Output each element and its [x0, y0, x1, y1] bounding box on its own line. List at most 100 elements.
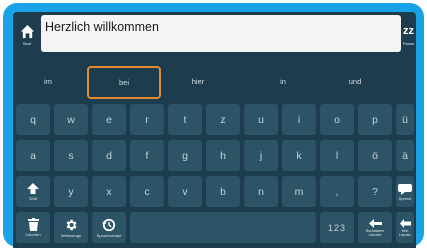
key-label: g	[182, 149, 188, 162]
backspace-letter-key[interactable]: Buchstaben Löschen	[358, 212, 392, 243]
key-o[interactable]: o	[320, 104, 354, 135]
pause-caption: Pause	[402, 41, 415, 46]
key-c[interactable]: c	[130, 176, 164, 207]
suggestion-und[interactable]: und	[325, 70, 385, 92]
key-y[interactable]: y	[54, 176, 88, 207]
key-label: u	[258, 113, 264, 126]
key-oe[interactable]: ö	[358, 140, 392, 171]
space-bar[interactable]	[130, 212, 316, 243]
key-ae[interactable]: ä	[396, 140, 414, 171]
key-w[interactable]: w	[54, 104, 88, 135]
key-i[interactable]: i	[282, 104, 316, 135]
key-l[interactable]: l	[320, 140, 354, 171]
key-f[interactable]: f	[130, 140, 164, 171]
keyboard-screen: Start Herzlich willkommen zz Pause im be…	[13, 12, 416, 248]
delete-key[interactable]: Löschen	[16, 212, 50, 243]
key-label: ü	[402, 113, 408, 126]
key-label: h	[220, 149, 226, 162]
suggestion-bar: im bei hier in und	[13, 58, 416, 103]
key-label: m	[294, 185, 304, 198]
key-question[interactable]: ?	[358, 176, 392, 207]
delete-caption: Löschen	[25, 232, 41, 237]
delete-word-icon	[399, 218, 411, 228]
suggestion-label: bei	[118, 78, 129, 87]
key-label: t	[183, 113, 187, 126]
text-input-value: Herzlich willkommen	[45, 20, 159, 34]
key-p[interactable]: p	[358, 104, 392, 135]
key-label: f	[145, 149, 149, 162]
key-label: e	[106, 113, 112, 126]
key-q[interactable]: q	[16, 104, 50, 135]
numbers-key[interactable]: 123	[320, 212, 354, 243]
key-comma[interactable]: ,	[320, 176, 354, 207]
suggestion-label: in	[280, 76, 286, 86]
key-label: j	[259, 149, 263, 162]
suggestion-in[interactable]: in	[253, 70, 313, 92]
key-k[interactable]: k	[282, 140, 316, 171]
key-label: b	[220, 185, 226, 198]
suggestion-hier[interactable]: hier	[168, 70, 228, 92]
key-label: n	[258, 185, 264, 198]
shift-arrow-icon	[27, 182, 39, 194]
delete-word-caption: Wort Löschen	[398, 228, 412, 237]
key-label: i	[297, 113, 301, 126]
key-label: l	[335, 149, 339, 162]
key-s[interactable]: s	[54, 140, 88, 171]
key-x[interactable]: x	[92, 176, 126, 207]
key-label: r	[145, 113, 149, 126]
key-label: y	[68, 185, 74, 198]
tablet-frame: Start Herzlich willkommen zz Pause im be…	[3, 3, 424, 248]
key-u[interactable]: u	[244, 104, 278, 135]
key-label: a	[30, 149, 36, 162]
key-z[interactable]: z	[206, 104, 240, 135]
tools-caption: Werkzeuge	[60, 232, 82, 238]
text-input[interactable]: Herzlich willkommen	[41, 15, 401, 52]
key-h[interactable]: h	[206, 140, 240, 171]
home-button[interactable]: Start	[15, 21, 39, 47]
history-icon	[102, 218, 116, 231]
key-label: d	[106, 149, 112, 162]
speech-bubble-icon	[398, 183, 412, 195]
suggestion-im[interactable]: im	[18, 70, 78, 92]
speak-key[interactable]: Sprech	[396, 176, 414, 207]
suggestion-label: im	[44, 76, 52, 86]
key-label: k	[296, 149, 302, 162]
key-label: c	[144, 185, 150, 198]
key-m[interactable]: m	[282, 176, 316, 207]
key-d[interactable]: d	[92, 140, 126, 171]
numbers-label: 123	[327, 222, 347, 233]
history-key[interactable]: Sprachverlauf	[92, 212, 126, 243]
home-icon	[15, 21, 39, 41]
key-label: w	[67, 113, 75, 126]
key-e[interactable]: e	[92, 104, 126, 135]
shift-key[interactable]: Shift	[16, 176, 50, 207]
gear-icon	[66, 219, 77, 230]
key-ue[interactable]: ü	[396, 104, 414, 135]
key-r[interactable]: r	[130, 104, 164, 135]
key-g[interactable]: g	[168, 140, 202, 171]
sleep-zz-icon: zz	[401, 21, 416, 41]
tools-key[interactable]: Werkzeuge	[54, 212, 88, 243]
backspace-arrow-icon	[368, 218, 382, 228]
key-v[interactable]: v	[168, 176, 202, 207]
key-label: ö	[372, 149, 378, 162]
suggestion-label: und	[348, 76, 362, 86]
shift-caption: Shift	[28, 195, 37, 201]
suggestion-bei[interactable]: bei	[87, 66, 161, 99]
key-label: ?	[372, 185, 378, 198]
backspace-letter-caption: Buchstaben Löschen	[366, 228, 384, 237]
pause-button[interactable]: zz Pause	[401, 21, 416, 47]
key-b[interactable]: b	[206, 176, 240, 207]
key-label: z	[220, 113, 226, 126]
pause-label: zz	[403, 25, 414, 37]
key-n[interactable]: n	[244, 176, 278, 207]
key-t[interactable]: t	[168, 104, 202, 135]
trash-icon	[27, 218, 39, 231]
key-j[interactable]: j	[244, 140, 278, 171]
home-caption: Start	[22, 41, 32, 46]
speak-caption: Sprech	[398, 195, 412, 201]
key-label: p	[372, 113, 378, 126]
delete-word-key[interactable]: Wort Löschen	[396, 212, 414, 243]
key-a[interactable]: a	[16, 140, 50, 171]
key-label: ä	[402, 149, 408, 162]
